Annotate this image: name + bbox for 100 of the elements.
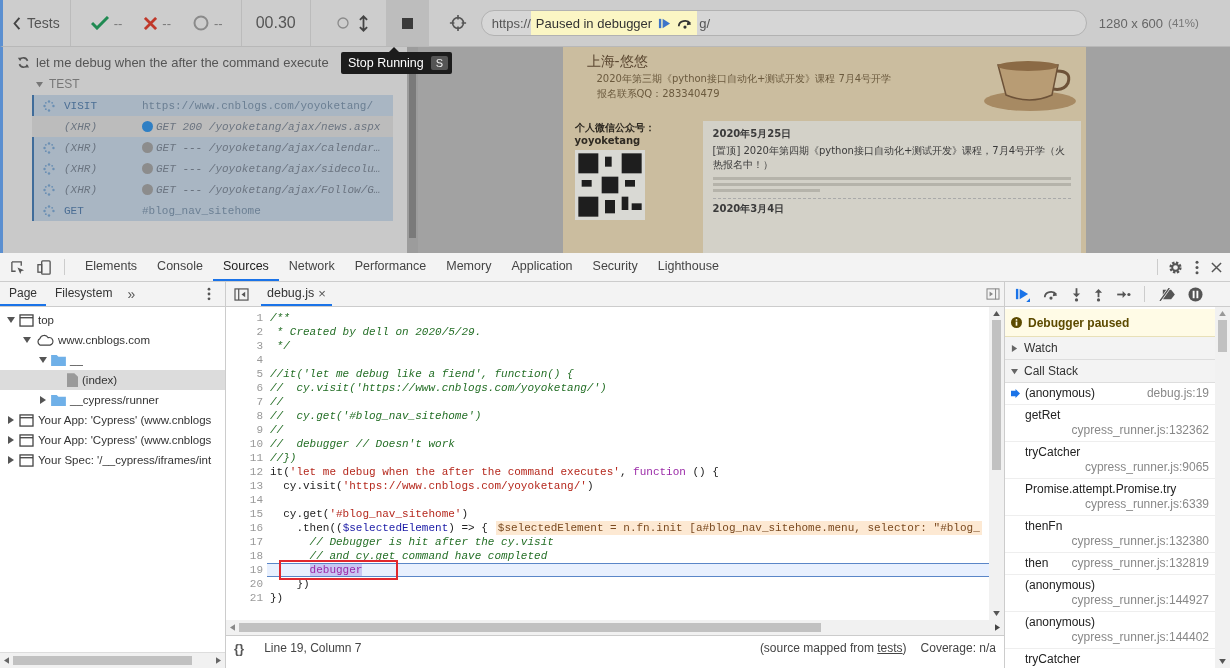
more-options-icon[interactable] bbox=[1195, 259, 1199, 275]
step-out-icon[interactable] bbox=[1094, 286, 1103, 302]
frame-location: cypress_runner.js:6339 bbox=[1083, 497, 1209, 512]
panel-tab[interactable]: Application bbox=[501, 253, 583, 281]
expand-arrow-icon[interactable] bbox=[6, 416, 15, 424]
settings-icon[interactable] bbox=[1168, 259, 1183, 275]
panel-tab[interactable]: Network bbox=[278, 253, 345, 281]
source-link[interactable]: tests bbox=[877, 641, 903, 655]
expand-arrow-icon[interactable] bbox=[38, 356, 47, 364]
expand-arrow-icon[interactable] bbox=[1011, 344, 1018, 352]
resume-icon[interactable] bbox=[1015, 286, 1030, 302]
shortcut-key: S bbox=[430, 56, 449, 70]
code-line: // Debugger is hit after the cy.visit bbox=[308, 535, 555, 549]
line-number: 13 bbox=[248, 479, 264, 493]
panel-tab[interactable]: Performance bbox=[344, 253, 437, 281]
scroll-left-icon[interactable] bbox=[4, 657, 9, 664]
frame-icon bbox=[19, 453, 34, 467]
frame-icon bbox=[19, 433, 34, 447]
scrollbar[interactable] bbox=[1215, 307, 1230, 668]
step-into-icon[interactable] bbox=[1072, 286, 1081, 302]
tree-item[interactable]: Your Spec: '/__cypress/iframes/int bbox=[0, 450, 225, 470]
pretty-print-button[interactable]: {} bbox=[234, 640, 245, 656]
frame-name: tryCatcher bbox=[1025, 445, 1081, 460]
scroll-down-icon[interactable] bbox=[993, 611, 1000, 616]
scroll-left-icon[interactable] bbox=[230, 624, 235, 631]
caret-icon[interactable] bbox=[36, 80, 43, 88]
line-number: 14 bbox=[248, 493, 264, 507]
scroll-down-icon[interactable] bbox=[1219, 659, 1226, 664]
panel-tab[interactable]: Console bbox=[147, 253, 213, 281]
scrollbar[interactable] bbox=[0, 652, 225, 668]
panel-tab[interactable]: Memory bbox=[436, 253, 502, 281]
line-number: 16 bbox=[248, 521, 264, 535]
line-number: 9 bbox=[255, 423, 264, 437]
panel-tab[interactable]: Security bbox=[582, 253, 648, 281]
inspect-icon[interactable] bbox=[10, 259, 25, 275]
resume-icon[interactable] bbox=[658, 16, 672, 30]
tree-label: top bbox=[38, 314, 54, 326]
expand-arrow-icon[interactable] bbox=[6, 456, 15, 464]
test-title[interactable]: let me debug when the after the command execute bbox=[36, 54, 329, 70]
line-number: 20 bbox=[248, 577, 264, 591]
pause-icon[interactable] bbox=[1188, 286, 1203, 302]
expand-arrow-icon[interactable] bbox=[6, 436, 15, 444]
file-tab[interactable]: debug.js × bbox=[261, 282, 332, 306]
more-options-icon[interactable] bbox=[207, 287, 211, 301]
scrollbar[interactable] bbox=[989, 307, 1004, 620]
inline-value: $selectedElement = n.fn.init [a#blog_nav_sitehome.menu, selector: "#blog_ bbox=[495, 521, 982, 535]
url-field[interactable]: https:// Paused in debugger g/ bbox=[480, 10, 1087, 36]
device-toolbar-icon[interactable] bbox=[37, 259, 52, 275]
tree-item[interactable]: __cypress/runner bbox=[0, 390, 225, 410]
expand-arrow-icon[interactable] bbox=[22, 336, 31, 344]
section-header[interactable]: Watch bbox=[1005, 337, 1215, 360]
tree-item[interactable]: __ bbox=[0, 350, 225, 370]
panel-tab[interactable]: Elements bbox=[75, 253, 148, 281]
frame-name: (anonymous) bbox=[1025, 615, 1096, 630]
tree-item[interactable]: www.cnblogs.com bbox=[0, 330, 225, 350]
navigator-tab[interactable]: Filesystem bbox=[46, 282, 122, 306]
scroll-right-icon[interactable] bbox=[216, 657, 221, 664]
tree-item[interactable]: Your App: 'Cypress' (www.cnblogs bbox=[0, 410, 225, 430]
code-line: }) bbox=[269, 591, 285, 605]
spinner-icon bbox=[43, 183, 55, 196]
scrollbar-thumb[interactable] bbox=[992, 320, 1001, 470]
scrollbar[interactable] bbox=[226, 620, 1004, 635]
command-name: GET bbox=[64, 204, 85, 217]
line-number: 10 bbox=[248, 437, 264, 451]
line-number: 15 bbox=[248, 507, 264, 521]
section-header[interactable]: Call Stack bbox=[1005, 360, 1215, 383]
expand-arrow-icon[interactable] bbox=[6, 316, 15, 324]
scroll-up-icon[interactable] bbox=[993, 311, 1000, 316]
refresh-icon bbox=[17, 55, 30, 69]
stop-button[interactable] bbox=[385, 0, 429, 46]
step-icon[interactable] bbox=[1116, 289, 1131, 299]
tests-button[interactable]: Tests bbox=[3, 0, 71, 46]
expand-arrow-icon[interactable] bbox=[1011, 367, 1018, 375]
tree-item[interactable]: (index) bbox=[0, 370, 225, 390]
up-down-arrow-icon[interactable] bbox=[358, 14, 368, 32]
call-frame[interactable]: then cypress_runner.js:132819 bbox=[1005, 553, 1215, 575]
code-line: */ bbox=[275, 339, 291, 353]
viewport-scale: (41%) bbox=[1168, 17, 1199, 29]
file-name: debug.js bbox=[267, 286, 315, 300]
panel-tab[interactable]: Lighthouse bbox=[647, 253, 729, 281]
tree-item[interactable]: top bbox=[0, 310, 225, 330]
post-title[interactable]: [置顶] 2020年第四期《python接口自动化+测试开发》课程，7月4号开学（火热报名中！） bbox=[712, 144, 1071, 172]
scrollbar-thumb[interactable] bbox=[239, 623, 821, 632]
expand-arrow-icon[interactable] bbox=[38, 396, 47, 404]
sidebar-toggle-icon[interactable] bbox=[234, 287, 249, 301]
frame-name: thenFn bbox=[1025, 519, 1063, 534]
stop-icon bbox=[401, 17, 413, 29]
deactivate-breakpoints-icon[interactable] bbox=[1158, 287, 1175, 301]
navigator-tab[interactable]: Page bbox=[0, 282, 47, 306]
more-tabs-button[interactable]: » bbox=[121, 286, 142, 302]
sidebar-toggle-icon[interactable] bbox=[986, 288, 1000, 300]
crosshair-icon[interactable] bbox=[448, 14, 467, 32]
scrollbar-thumb[interactable] bbox=[13, 656, 192, 665]
tree-item[interactable]: Your App: 'Cypress' (www.cnblogs bbox=[0, 430, 225, 450]
circle-icon bbox=[193, 15, 210, 31]
scroll-right-icon[interactable] bbox=[995, 624, 1000, 631]
close-icon[interactable] bbox=[1211, 261, 1222, 273]
close-tab-button[interactable]: × bbox=[318, 285, 326, 301]
url-text: g/ bbox=[699, 15, 710, 31]
scrollbar-thumb[interactable] bbox=[1218, 320, 1227, 352]
